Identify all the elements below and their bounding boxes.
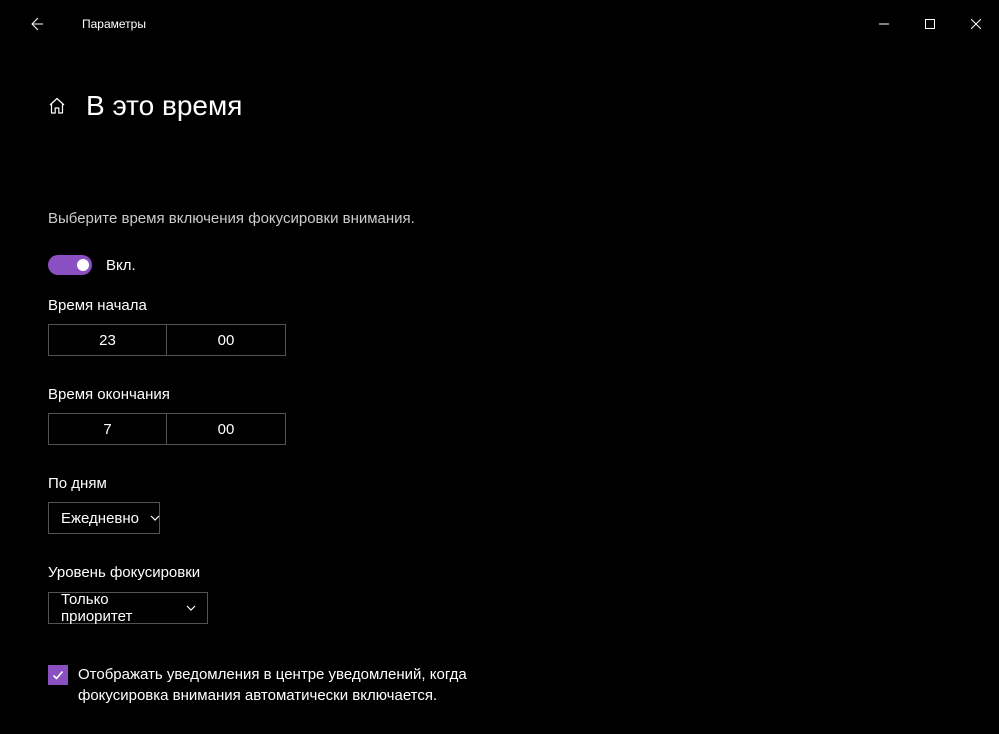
page-title: В это время xyxy=(86,90,242,122)
app-title: Параметры xyxy=(82,17,146,31)
focus-level-dropdown[interactable]: Только приоритет xyxy=(48,592,208,624)
content-area: В это время Выберите время включения фок… xyxy=(0,48,999,706)
maximize-button[interactable] xyxy=(907,4,953,44)
close-icon xyxy=(971,19,981,29)
toggle-state-label: Вкл. xyxy=(106,257,136,274)
notification-checkbox[interactable] xyxy=(48,665,68,685)
start-time-row: 23 00 xyxy=(48,324,951,356)
arrow-left-icon xyxy=(28,16,44,32)
focus-level-value: Только приоритет xyxy=(61,591,175,625)
enable-toggle[interactable] xyxy=(48,255,92,275)
chevron-down-icon xyxy=(149,512,161,524)
end-hour-input[interactable]: 7 xyxy=(48,413,167,445)
notification-checkbox-row: Отображать уведомления в центре уведомле… xyxy=(48,664,488,706)
days-dropdown[interactable]: Ежедневно xyxy=(48,502,160,534)
chevron-down-icon xyxy=(185,602,197,614)
days-value: Ежедневно xyxy=(61,510,139,527)
start-time-label: Время начала xyxy=(48,297,951,314)
home-icon[interactable] xyxy=(48,97,66,115)
page-header: В это время xyxy=(48,90,951,122)
notification-checkbox-label: Отображать уведомления в центре уведомле… xyxy=(78,664,488,706)
end-time-label: Время окончания xyxy=(48,386,951,403)
minimize-button[interactable] xyxy=(861,4,907,44)
start-minute-input[interactable]: 00 xyxy=(167,324,286,356)
titlebar: Параметры xyxy=(0,0,999,48)
focus-level-label: Уровень фокусировки xyxy=(48,564,951,581)
window-controls xyxy=(861,4,999,44)
end-time-row: 7 00 xyxy=(48,413,951,445)
minimize-icon xyxy=(879,19,889,29)
close-button[interactable] xyxy=(953,4,999,44)
toggle-knob xyxy=(77,259,89,271)
back-button[interactable] xyxy=(16,0,56,48)
days-label: По дням xyxy=(48,475,951,492)
end-minute-input[interactable]: 00 xyxy=(167,413,286,445)
maximize-icon xyxy=(925,19,935,29)
start-hour-input[interactable]: 23 xyxy=(48,324,167,356)
enable-toggle-row: Вкл. xyxy=(48,255,951,275)
check-icon xyxy=(51,668,65,682)
description-text: Выберите время включения фокусировки вни… xyxy=(48,210,951,227)
